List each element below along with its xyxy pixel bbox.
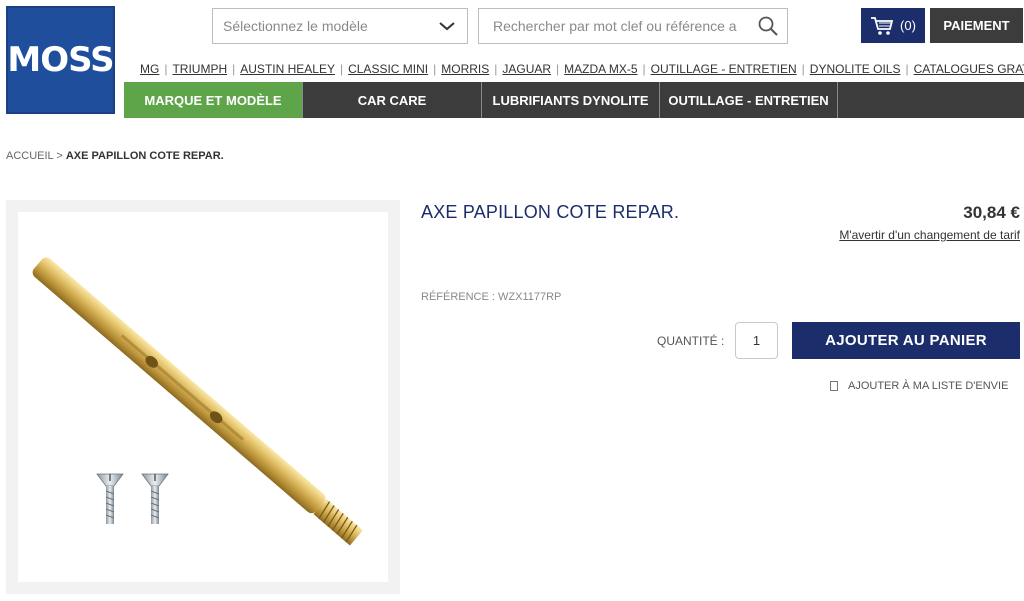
wishlist-label: AJOUTER À MA LISTE D'ENVIE — [848, 380, 1009, 392]
payment-button[interactable]: PAIEMENT — [930, 8, 1023, 43]
checkbox-icon — [830, 381, 838, 391]
model-select[interactable]: Sélectionnez le modèle — [212, 8, 468, 44]
screw-right — [141, 473, 169, 524]
shopping-cart-icon — [871, 16, 894, 35]
brand-link-classic-mini[interactable]: CLASSIC MINI — [348, 62, 428, 76]
brand-link-mg[interactable]: MG — [140, 62, 159, 76]
nav-car-care[interactable]: CAR CARE — [303, 82, 482, 118]
logo-text: MOSS — [7, 40, 114, 80]
brand-link-morris[interactable]: MORRIS — [441, 62, 489, 76]
quantity-label: QUANTITÉ : — [657, 334, 725, 348]
screw-left — [96, 473, 124, 524]
brand-links: MG | TRIUMPH | AUSTIN HEALEY | CLASSIC MINI… — [140, 62, 1024, 76]
brand-link-austin-healey[interactable]: AUSTIN HEALEY — [240, 62, 335, 76]
price-alert-link[interactable]: M'avertir d'un changement de tarif — [839, 228, 1020, 242]
cart-button[interactable]: (0) — [861, 8, 925, 43]
product-reference: RÉFÉRENCE : WZX1177RP — [421, 291, 562, 303]
search-icon[interactable] — [757, 15, 779, 37]
main-nav: MARQUE ET MODÈLE CAR CARE LUBRIFIANTS DY… — [124, 82, 1024, 118]
nav-lubrifiants-dynolite[interactable]: LUBRIFIANTS DYNOLITE — [482, 82, 660, 118]
product-title: AXE PAPILLON COTE REPAR. — [421, 202, 680, 222]
nav-outillage-entretien[interactable]: OUTILLAGE - ENTRETIEN — [660, 82, 838, 118]
model-select-value: Sélectionnez le modèle — [223, 18, 368, 34]
search-input[interactable] — [479, 9, 751, 43]
brand-link-jaguar[interactable]: JAGUAR — [502, 62, 551, 76]
breadcrumb: ACCUEIL > AXE PAPILLON COTE REPAR. — [6, 150, 224, 162]
quantity-input[interactable] — [735, 322, 778, 359]
brand-link-triumph[interactable]: TRIUMPH — [172, 62, 227, 76]
product-image[interactable] — [18, 212, 388, 582]
moss-logo[interactable]: MOSS — [6, 6, 115, 114]
brand-link-outillage[interactable]: OUTILLAGE - ENTRETIEN — [651, 62, 797, 76]
nav-empty-fill — [838, 82, 1024, 118]
brand-link-catalogues[interactable]: CATALOGUES GRATUITS — [914, 62, 1024, 76]
search-box — [478, 8, 788, 44]
brand-link-mazda-mx5[interactable]: MAZDA MX-5 — [564, 62, 637, 76]
brand-link-dynolite-oils[interactable]: DYNOLITE OILS — [810, 62, 901, 76]
chevron-down-icon — [439, 22, 455, 31]
wishlist-toggle[interactable]: AJOUTER À MA LISTE D'ENVIE — [830, 380, 1008, 392]
breadcrumb-home[interactable]: ACCUEIL — [6, 150, 53, 162]
add-to-cart-button[interactable]: AJOUTER AU PANIER — [792, 322, 1020, 359]
nav-marque-et-modele[interactable]: MARQUE ET MODÈLE — [124, 82, 303, 118]
cart-count: (0) — [900, 18, 916, 33]
breadcrumb-separator: > — [56, 150, 63, 162]
product-image-frame — [6, 200, 400, 594]
breadcrumb-current: AXE PAPILLON COTE REPAR. — [65, 150, 224, 162]
brass-shaft-illustration — [32, 257, 363, 546]
product-price: 30,84 € — [963, 203, 1020, 222]
